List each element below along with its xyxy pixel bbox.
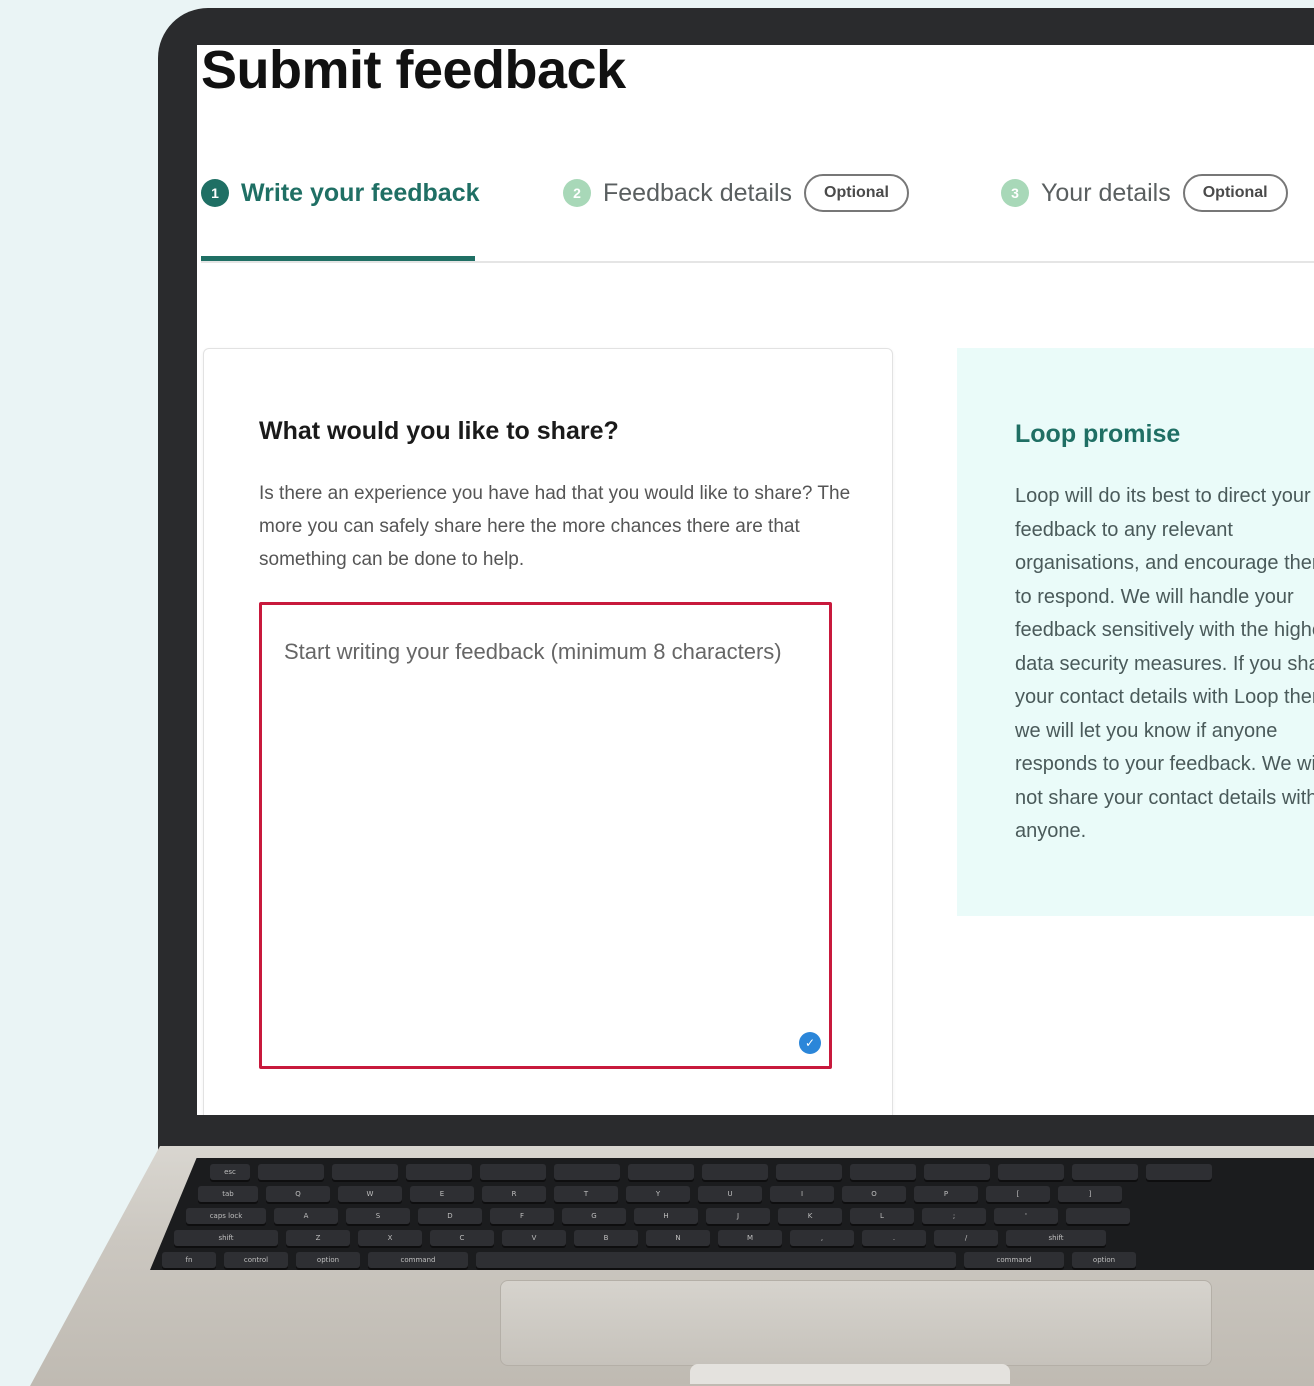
feedback-textbox: ✓: [259, 602, 832, 1069]
feedback-card: What would you like to share? Is there a…: [203, 348, 893, 1115]
key: E: [410, 1186, 474, 1202]
key: N: [646, 1230, 710, 1246]
key: P: [914, 1186, 978, 1202]
page-title: Submit feedback: [201, 45, 626, 100]
feedback-heading: What would you like to share?: [259, 417, 619, 445]
laptop-screen: Submit feedback 1 Write your feedback 2 …: [197, 45, 1314, 1115]
key: /: [934, 1230, 998, 1246]
laptop-front-edge: [690, 1364, 1010, 1384]
key: S: [346, 1208, 410, 1224]
key: T: [554, 1186, 618, 1202]
step-number-icon: 3: [1001, 179, 1029, 207]
key: [1072, 1164, 1138, 1180]
key: I: [770, 1186, 834, 1202]
key: O: [842, 1186, 906, 1202]
key: [924, 1164, 990, 1180]
key: [554, 1164, 620, 1180]
key: M: [718, 1230, 782, 1246]
promise-heading: Loop promise: [1015, 420, 1181, 448]
key: H: [634, 1208, 698, 1224]
key: shift: [1006, 1230, 1106, 1246]
step-number-icon: 1: [201, 179, 229, 207]
key: Z: [286, 1230, 350, 1246]
optional-badge: Optional: [1182, 174, 1288, 212]
active-tab-indicator: [201, 256, 475, 261]
key: [332, 1164, 398, 1180]
feedback-description: Is there an experience you have had that…: [259, 483, 851, 570]
key: esc: [210, 1164, 250, 1180]
step-feedback-details[interactable]: 2 Feedback details Optional: [563, 167, 909, 219]
key: command: [368, 1252, 468, 1268]
key: J: [706, 1208, 770, 1224]
key: [850, 1164, 916, 1180]
key: A: [274, 1208, 338, 1224]
step-label: Your details: [1041, 178, 1171, 207]
step-label: Write your feedback: [241, 178, 480, 207]
promise-text: Loop will do its best to direct your fee…: [1015, 485, 1314, 842]
keyboard: esc tab Q W E R T Y U I O P [ ] caps loc…: [150, 1158, 1314, 1270]
key: K: [778, 1208, 842, 1224]
key: option: [296, 1252, 360, 1268]
key: R: [482, 1186, 546, 1202]
key: command: [964, 1252, 1064, 1268]
key: ]: [1058, 1186, 1122, 1202]
key: C: [430, 1230, 494, 1246]
key: G: [562, 1208, 626, 1224]
key: caps lock: [186, 1208, 266, 1224]
key: [1066, 1208, 1130, 1224]
key: [1146, 1164, 1212, 1180]
key: ': [994, 1208, 1058, 1224]
key: shift: [174, 1230, 278, 1246]
key: W: [338, 1186, 402, 1202]
key: ;: [922, 1208, 986, 1224]
key: [628, 1164, 694, 1180]
key: V: [502, 1230, 566, 1246]
step-write-feedback[interactable]: 1 Write your feedback: [201, 167, 480, 219]
trackpad: [500, 1280, 1212, 1366]
key: F: [490, 1208, 554, 1224]
key: Y: [626, 1186, 690, 1202]
step-number-icon: 2: [563, 179, 591, 207]
key: [998, 1164, 1064, 1180]
key: option: [1072, 1252, 1136, 1268]
key: ,: [790, 1230, 854, 1246]
key: control: [224, 1252, 288, 1268]
key: [702, 1164, 768, 1180]
key: fn: [162, 1252, 216, 1268]
key: X: [358, 1230, 422, 1246]
step-tabs: 1 Write your feedback 2 Feedback details…: [201, 167, 1314, 263]
key: [258, 1164, 324, 1180]
step-your-details[interactable]: 3 Your details Optional: [1001, 167, 1288, 219]
key: [480, 1164, 546, 1180]
key: .: [862, 1230, 926, 1246]
key: B: [574, 1230, 638, 1246]
key: U: [698, 1186, 762, 1202]
key: tab: [198, 1186, 258, 1202]
key: L: [850, 1208, 914, 1224]
optional-badge: Optional: [804, 174, 909, 212]
key: D: [418, 1208, 482, 1224]
key: [776, 1164, 842, 1180]
feedback-input[interactable]: [262, 605, 829, 1066]
loop-promise-panel: Loop promise Loop will do its best to di…: [957, 348, 1314, 916]
grammar-check-icon[interactable]: ✓: [799, 1032, 821, 1054]
key: Q: [266, 1186, 330, 1202]
key: [406, 1164, 472, 1180]
key: [476, 1252, 956, 1268]
step-label: Feedback details: [603, 178, 793, 207]
key: [: [986, 1186, 1050, 1202]
